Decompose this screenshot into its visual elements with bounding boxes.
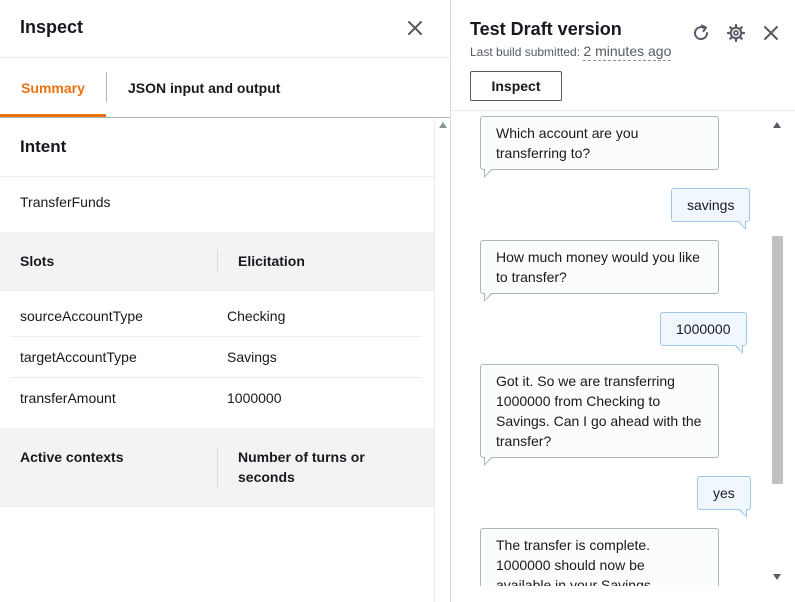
test-panel: Test Draft version Last build submitted:… [451,0,795,602]
close-icon[interactable] [404,17,426,39]
user-message: 1000000 [660,312,747,354]
user-message: savings [671,188,751,230]
active-contexts-column-header: Active contexts [20,449,124,465]
inspect-panel: Inspect Summary JSON input and output In… [0,0,450,602]
slot-value: Checking [227,308,286,324]
test-header: Test Draft version Last build submitted:… [451,0,795,111]
slot-row: transferAmount 1000000 [10,378,422,419]
message-text: 1000000 [676,321,731,337]
column-divider [217,249,218,273]
slot-name: sourceAccountType [20,308,143,324]
slot-name: targetAccountType [20,349,137,365]
scroll-down-arrow-icon[interactable] [773,574,781,580]
inspect-button[interactable]: Inspect [470,71,562,101]
chat-transcript: Which account are you transferring to? s… [451,112,771,586]
contexts-table-header: Active contexts Number of turns or secon… [0,428,434,507]
message-text: yes [713,485,735,501]
chat-scrollbar[interactable] [769,118,785,584]
build-label: Last build submitted: [470,45,581,59]
summary-content: Intent TransferFunds Slots Elicitation s… [0,119,434,602]
gear-icon[interactable] [725,22,747,44]
tab-json-input-output[interactable]: JSON input and output [128,58,280,118]
close-icon[interactable] [760,22,782,44]
slot-row: targetAccountType Savings [10,337,422,378]
bubble-tail [733,344,743,354]
slots-table-header: Slots Elicitation [0,232,434,291]
bubble-tail [737,508,747,518]
scroll-up-arrow-icon[interactable] [439,122,447,128]
scrollbar-thumb[interactable] [772,236,783,484]
bubble-tail [737,220,747,230]
turns-column-header: Number of turns or seconds [238,449,365,485]
build-time[interactable]: 2 minutes ago [583,43,672,61]
inspect-header: Inspect [0,0,450,58]
message-text: How much money would you like to transfe… [496,249,700,285]
build-status: Last build submitted: 2 minutes ago [470,43,672,61]
slot-value: Savings [227,349,277,365]
intent-section-header: Intent [0,119,434,177]
inspect-tabs: Summary JSON input and output [0,58,450,118]
bubble-tail [484,456,493,466]
tab-summary[interactable]: Summary [0,58,106,117]
refresh-icon[interactable] [690,22,712,44]
message-text: savings [687,197,735,213]
scroll-up-arrow-icon[interactable] [773,122,781,128]
test-title: Test Draft version [470,19,622,39]
slots-column-header: Slots [20,253,55,269]
slot-name: transferAmount [20,390,116,406]
message-text: Got it. So we are transferring 1000000 f… [496,373,702,449]
slot-value: 1000000 [227,390,282,406]
bubble-tail [484,168,493,178]
slot-row: sourceAccountType Checking [10,296,422,337]
tab-divider [106,72,107,102]
inspect-scrollbar[interactable] [434,118,450,602]
inspect-title: Inspect [20,17,84,37]
user-message: yes [697,476,751,518]
bot-message: Which account are you transferring to? [480,116,719,178]
bot-message: How much money would you like to transfe… [480,240,719,302]
message-text: The transfer is complete. 1000000 should… [496,537,651,586]
elicitation-column-header: Elicitation [238,253,305,269]
intent-value: TransferFunds [20,194,111,210]
intent-heading: Intent [20,137,67,156]
bubble-tail [484,292,493,302]
bot-message: The transfer is complete. 1000000 should… [480,528,719,586]
bot-message: Got it. So we are transferring 1000000 f… [480,364,719,466]
message-text: Which account are you transferring to? [496,125,639,161]
column-divider [217,448,218,488]
